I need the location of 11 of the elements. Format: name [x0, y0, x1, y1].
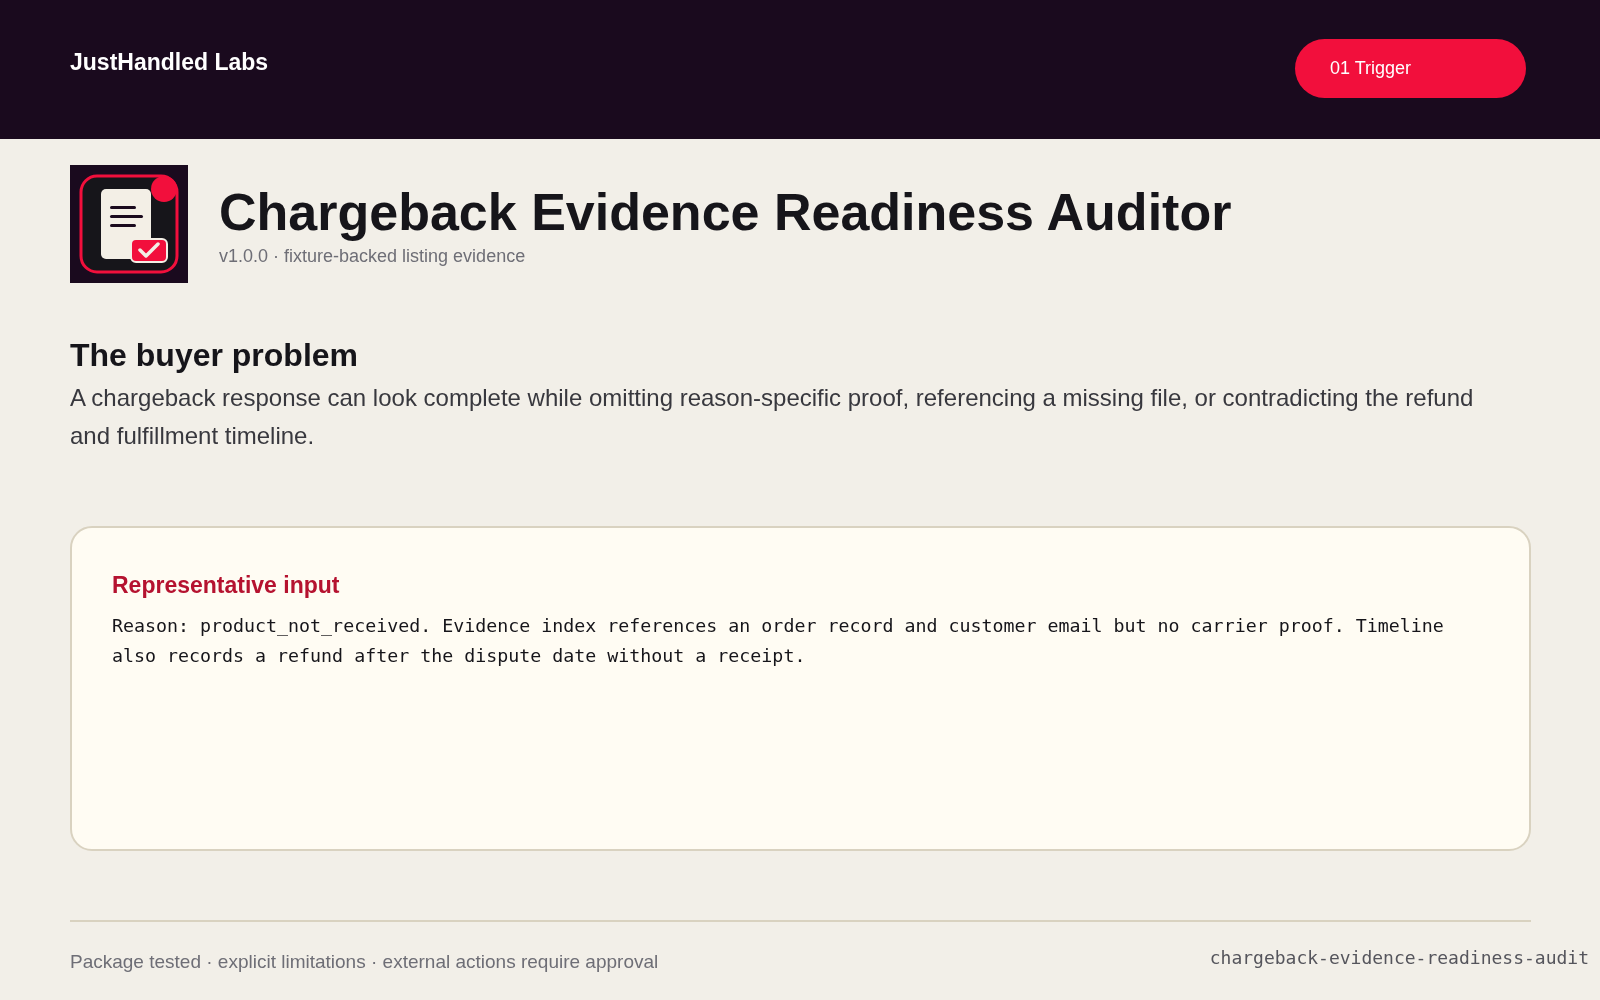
trigger-button[interactable]: 01 Trigger: [1295, 39, 1526, 98]
document-check-icon: [70, 165, 188, 283]
section-heading: The buyer problem: [70, 336, 360, 375]
problem-description: A chargeback response can look complete while omitting reason-specific proof, referencing a missing file, or contradicting the refund and fulfillment timeline.: [70, 383, 1475, 451]
version-subtitle: v1.0.0 · fixture-backed listing evidence: [219, 245, 527, 268]
input-example-text: Reason: product_not_received. Evidence index references an order record and customer email but no carrier proof. Timeline also records a refund after the dispute date without a receipt.: [112, 614, 1445, 668]
brand-name: JustHandled Labs: [70, 49, 269, 76]
page-title: Chargeback Evidence Readiness Auditor: [219, 182, 1232, 243]
footer-note: Package tested · explicit limitations · external actions require approval: [70, 951, 659, 973]
package-name: chargeback-evidence-readiness-audit: [1209, 947, 1589, 968]
card-heading: Representative input: [112, 571, 341, 600]
